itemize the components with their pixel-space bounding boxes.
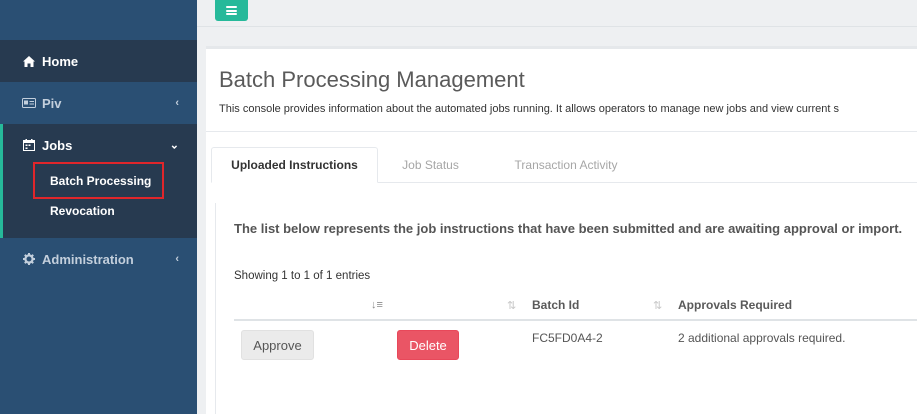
divider	[206, 131, 917, 132]
chevron-down-icon: ⌄	[169, 139, 179, 152]
table-row: Approve Delete FC5FD0A4-2 2 additional a…	[234, 323, 917, 365]
sidebar-item-label: Jobs	[42, 137, 73, 153]
sidebar-item-home[interactable]: Home	[0, 40, 197, 82]
id-card-icon	[22, 98, 36, 108]
tab-job-status[interactable]: Job Status	[378, 147, 483, 183]
sidebar-item-label: Administration	[42, 251, 134, 267]
instructions-lead-text: The list below represents the job instru…	[234, 221, 903, 236]
sidebar-subitem-label: Batch Processing	[50, 174, 152, 188]
main-panel: Batch Processing Management This console…	[206, 46, 917, 414]
tab-uploaded-instructions[interactable]: Uploaded Instructions	[211, 147, 378, 183]
approve-button[interactable]: Approve	[241, 330, 314, 360]
tab-bar: Uploaded Instructions Job Status Transac…	[211, 147, 917, 183]
page-title: Batch Processing Management	[219, 67, 525, 92]
batch-id-cell: FC5FD0A4-2	[532, 331, 603, 345]
column-header-batch-id[interactable]: Batch Id	[532, 291, 579, 319]
sidebar-item-jobs[interactable]: Jobs ⌄	[3, 124, 197, 166]
entries-info: Showing 1 to 1 of 1 entries	[234, 270, 371, 282]
sidebar-item-administration[interactable]: Administration ‹	[0, 238, 197, 280]
sidebar-item-piv[interactable]: Piv ‹	[0, 82, 197, 124]
sort-desc-icon[interactable]: ↓≡	[371, 299, 383, 311]
hamburger-icon	[226, 6, 237, 15]
gear-icon	[22, 253, 36, 265]
menu-toggle-button[interactable]	[215, 0, 248, 21]
sidebar: Home Piv ‹ Jobs ⌄ Batch Processing Revoc…	[0, 0, 197, 414]
sidebar-subitem-revocation[interactable]: Revocation	[3, 196, 197, 226]
column-header-approvals-required[interactable]: Approvals Required	[678, 291, 792, 319]
sidebar-subitem-label: Revocation	[50, 204, 115, 218]
chevron-left-icon: ‹	[175, 253, 179, 265]
top-navbar	[197, 0, 917, 27]
home-icon	[22, 55, 36, 67]
tab-transaction-activity[interactable]: Transaction Activity	[483, 147, 649, 183]
approvals-required-cell: 2 additional approvals required.	[678, 331, 846, 345]
sidebar-group-jobs: Jobs ⌄ Batch Processing Revocation	[0, 124, 197, 238]
sidebar-group-spacer	[3, 226, 197, 238]
sidebar-header	[0, 0, 197, 40]
page-description: This console provides information about …	[219, 103, 840, 115]
delete-button[interactable]: Delete	[397, 330, 459, 360]
table-header: ↓≡ ⇅ Batch Id ⇅ Approvals Required	[234, 291, 917, 321]
sort-icon[interactable]: ⇅	[507, 299, 516, 312]
chevron-left-icon: ‹	[175, 97, 179, 109]
sort-icon[interactable]: ⇅	[653, 299, 662, 312]
sidebar-item-label: Home	[42, 53, 79, 69]
calendar-icon	[22, 139, 36, 151]
sidebar-subitem-batch-processing[interactable]: Batch Processing	[3, 166, 197, 196]
sidebar-item-label: Piv	[42, 95, 62, 111]
tab-content-uploaded-instructions: The list below represents the job instru…	[215, 203, 917, 414]
